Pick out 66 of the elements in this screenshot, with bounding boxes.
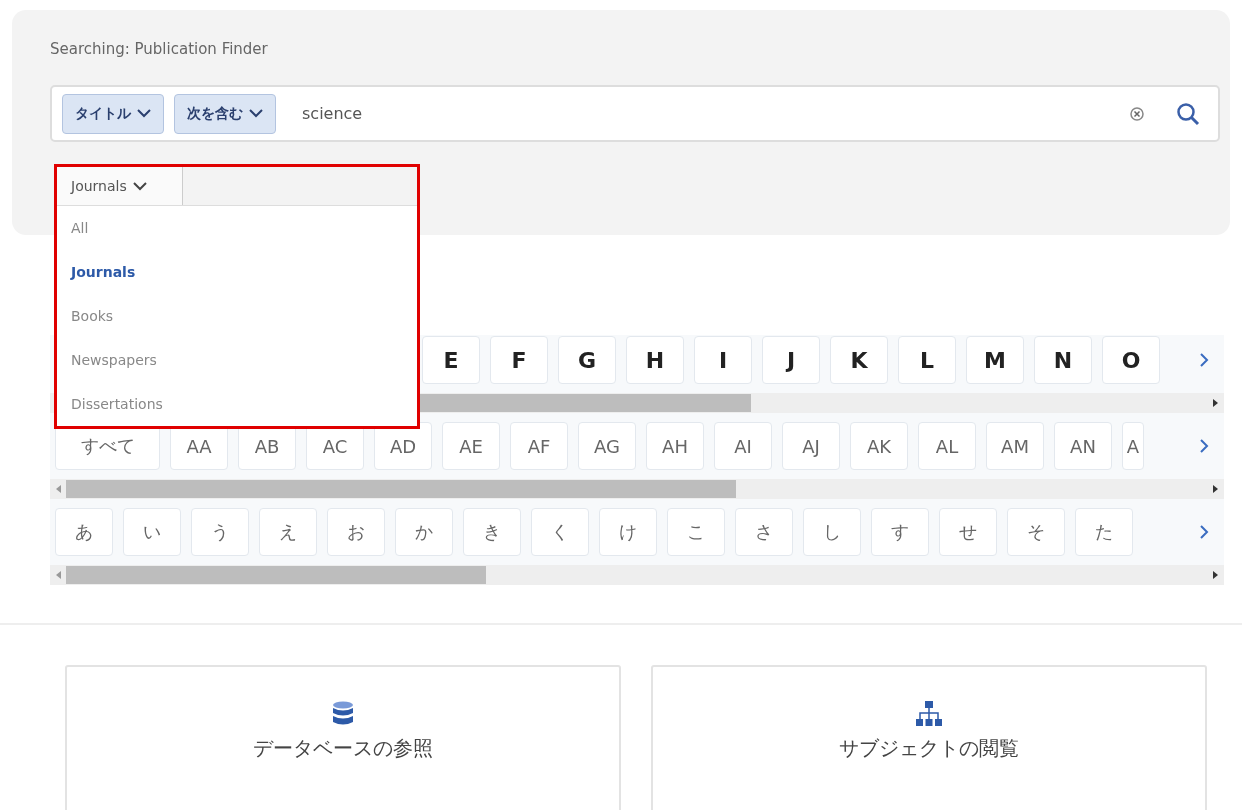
- card-label: サブジェクトの閲覧: [839, 735, 1019, 762]
- scroll-right-icon[interactable]: [1212, 571, 1218, 579]
- letter-key[interactable]: I: [694, 336, 752, 384]
- letter-key[interactable]: け: [599, 508, 657, 556]
- letter-key[interactable]: う: [191, 508, 249, 556]
- type-dropdown[interactable]: Journals: [57, 167, 183, 205]
- letter-key[interactable]: い: [123, 508, 181, 556]
- letter-key[interactable]: AF: [510, 422, 568, 470]
- letter-key[interactable]: AE: [442, 422, 500, 470]
- search-field[interactable]: タイトル 次を含む science: [50, 85, 1220, 142]
- letter-key[interactable]: A: [1122, 422, 1144, 470]
- letter-key[interactable]: さ: [735, 508, 793, 556]
- letter-key[interactable]: AN: [1054, 422, 1112, 470]
- dropdown-option[interactable]: Journals: [57, 250, 417, 294]
- letter-key[interactable]: K: [830, 336, 888, 384]
- field-select[interactable]: タイトル: [62, 93, 164, 134]
- letter-key[interactable]: AJ: [782, 422, 840, 470]
- letter-key[interactable]: H: [626, 336, 684, 384]
- letter-key[interactable]: O: [1102, 336, 1160, 384]
- browse-card[interactable]: データベースの参照: [65, 665, 621, 810]
- dropdown-option[interactable]: Books: [57, 294, 417, 338]
- scroll-left-icon[interactable]: [56, 571, 62, 579]
- letter-key[interactable]: き: [463, 508, 521, 556]
- letter-key[interactable]: AG: [578, 422, 636, 470]
- scroll-right-icon[interactable]: [1212, 399, 1218, 407]
- letter-key[interactable]: AI: [714, 422, 772, 470]
- letter-key[interactable]: え: [259, 508, 317, 556]
- caret-icon: [132, 181, 147, 191]
- letter-key[interactable]: J: [762, 336, 820, 384]
- letter-key[interactable]: せ: [939, 508, 997, 556]
- letter-key[interactable]: か: [395, 508, 453, 556]
- letter-key[interactable]: E: [422, 336, 480, 384]
- scroll-left-icon[interactable]: [56, 485, 62, 493]
- browse-card[interactable]: サブジェクトの閲覧: [651, 665, 1207, 810]
- search-icon[interactable]: [1176, 101, 1200, 126]
- card-label: データベースの参照: [253, 735, 433, 762]
- letter-key[interactable]: す: [871, 508, 929, 556]
- letter-key[interactable]: あ: [55, 508, 113, 556]
- letter-key[interactable]: そ: [1007, 508, 1065, 556]
- letter-key[interactable]: AH: [646, 422, 704, 470]
- letter-key[interactable]: く: [531, 508, 589, 556]
- hierarchy-icon: [916, 701, 942, 727]
- letter-key[interactable]: F: [490, 336, 548, 384]
- dropdown-option[interactable]: Newspapers: [57, 338, 417, 382]
- caret-icon: [137, 109, 151, 118]
- letter-key[interactable]: お: [327, 508, 385, 556]
- letter-key[interactable]: た: [1075, 508, 1133, 556]
- scrollbar[interactable]: [50, 479, 1224, 499]
- letter-key[interactable]: L: [898, 336, 956, 384]
- letter-key[interactable]: N: [1034, 336, 1092, 384]
- letter-key[interactable]: AK: [850, 422, 908, 470]
- database-icon: [332, 701, 354, 727]
- field-select[interactable]: 次を含む: [174, 93, 276, 134]
- letter-key[interactable]: こ: [667, 508, 725, 556]
- scrollbar[interactable]: [50, 565, 1224, 585]
- letter-key[interactable]: し: [803, 508, 861, 556]
- letter-key[interactable]: G: [558, 336, 616, 384]
- query-input[interactable]: science: [300, 103, 1120, 124]
- clear-icon[interactable]: [1130, 106, 1144, 121]
- letter-key[interactable]: AM: [986, 422, 1044, 470]
- search-title: Searching: Publication Finder: [50, 40, 269, 60]
- caret-icon: [249, 109, 263, 118]
- letter-key[interactable]: AL: [918, 422, 976, 470]
- letter-key[interactable]: M: [966, 336, 1024, 384]
- dropdown-option[interactable]: All: [57, 206, 417, 250]
- scroll-right-icon[interactable]: [1212, 485, 1218, 493]
